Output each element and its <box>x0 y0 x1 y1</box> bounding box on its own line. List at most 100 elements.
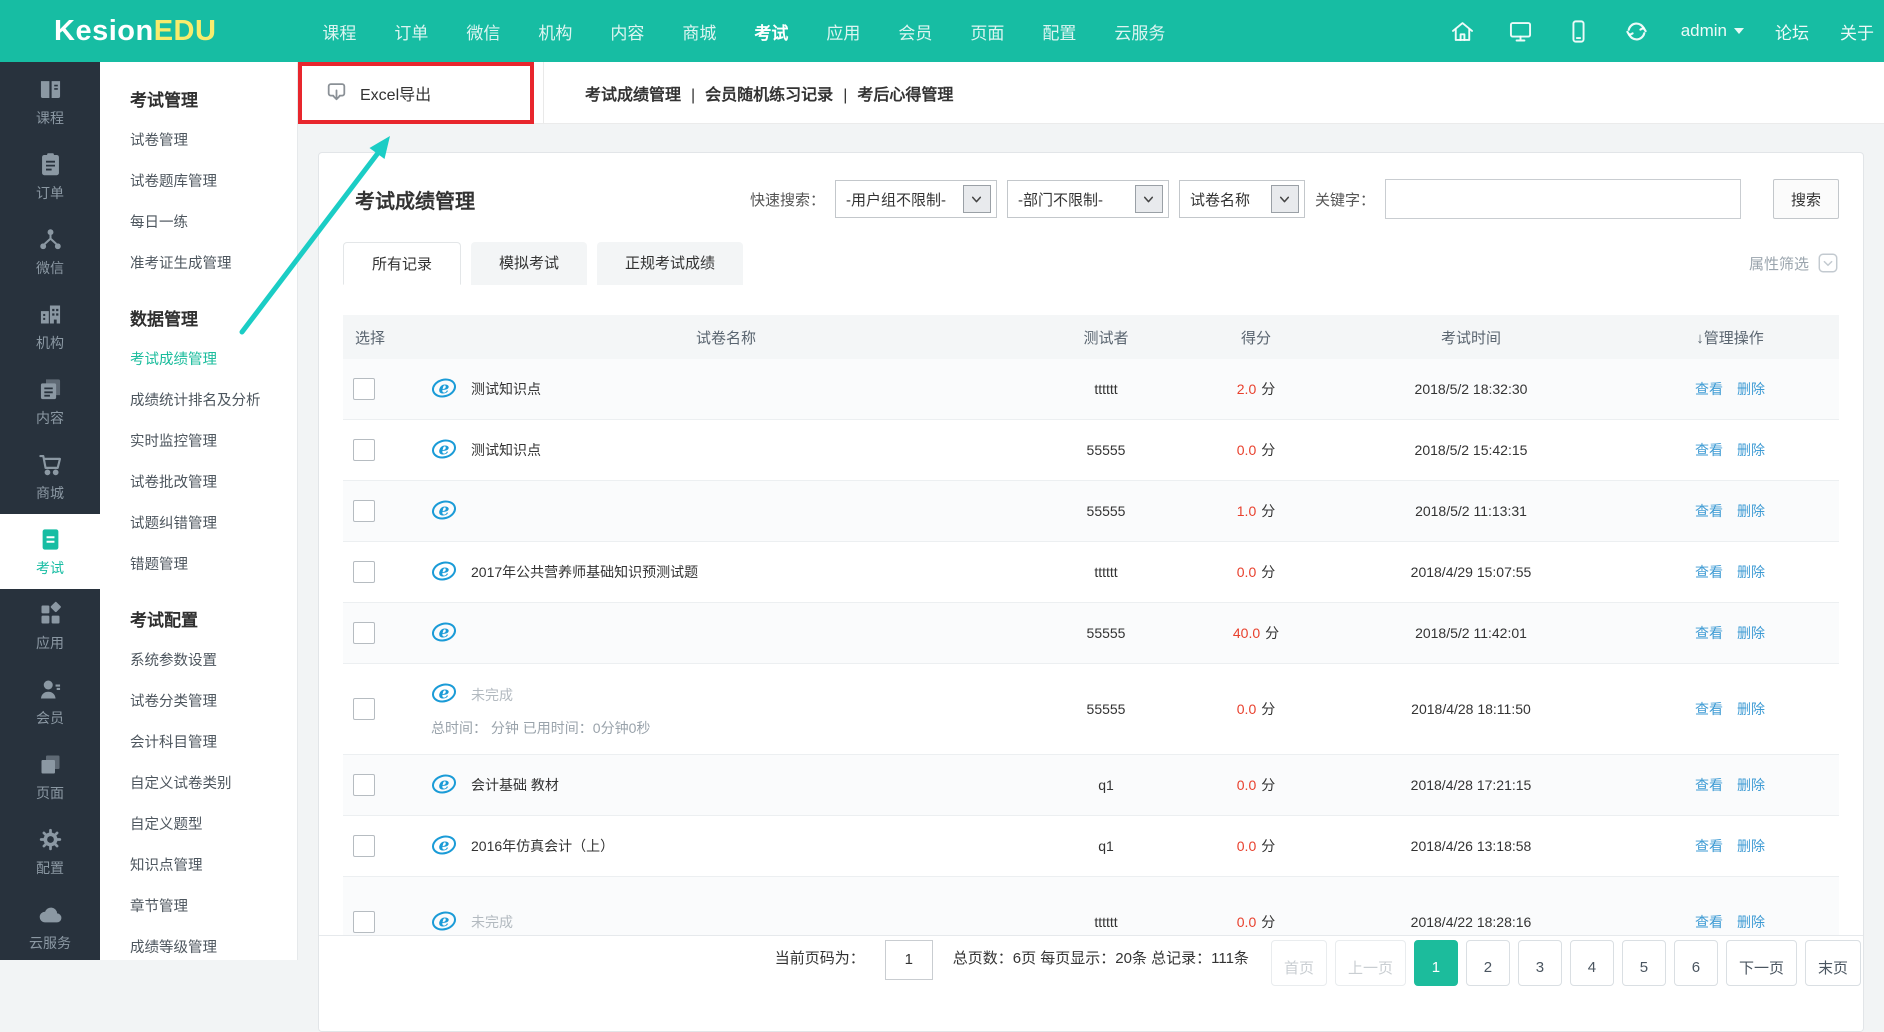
module-item-10[interactable]: 页面 <box>0 739 100 814</box>
delete-link[interactable]: 删除 <box>1737 381 1765 397</box>
module-item-4[interactable]: 机构 <box>0 289 100 364</box>
refresh-icon[interactable] <box>1623 18 1650 45</box>
filter-select-3[interactable]: 试卷名称 <box>1178 180 1305 218</box>
view-link[interactable]: 查看 <box>1695 701 1723 717</box>
home-icon[interactable] <box>1449 18 1476 45</box>
menu-item-2-6[interactable]: 错题管理 <box>130 543 297 584</box>
menu-item-2-5[interactable]: 试题纠错管理 <box>130 502 297 543</box>
module-item-9[interactable]: 会员 <box>0 664 100 739</box>
menu-item-3-2[interactable]: 试卷分类管理 <box>130 680 297 721</box>
module-item-7[interactable]: 考试 <box>0 514 100 589</box>
menu-item-1-4[interactable]: 准考证生成管理 <box>130 242 297 283</box>
module-item-2[interactable]: 订单 <box>0 139 100 214</box>
row-checkbox[interactable] <box>353 911 375 933</box>
module-item-5[interactable]: 内容 <box>0 364 100 439</box>
menu-item-3-6[interactable]: 知识点管理 <box>130 844 297 885</box>
topnav-item-1[interactable]: 课程 <box>322 19 356 44</box>
row-checkbox[interactable] <box>353 698 375 720</box>
menu-item-2-1[interactable]: 考试成绩管理 <box>130 338 297 379</box>
view-link[interactable]: 查看 <box>1695 838 1723 854</box>
topnav-item-8[interactable]: 应用 <box>826 19 860 44</box>
tab-2[interactable]: 模拟考试 <box>471 242 588 285</box>
row-checkbox[interactable] <box>353 439 375 461</box>
tab-1[interactable]: 所有记录 <box>343 242 462 285</box>
breadcrumb-item-3[interactable]: 考后心得管理 <box>857 87 953 104</box>
excel-export-button[interactable]: Excel导出 <box>324 80 431 105</box>
topnav-item-7[interactable]: 考试 <box>754 19 788 44</box>
menu-item-2-3[interactable]: 实时监控管理 <box>130 420 297 461</box>
mobile-icon[interactable] <box>1565 18 1592 45</box>
topnav-item-2[interactable]: 订单 <box>394 19 428 44</box>
topnav-item-4[interactable]: 机构 <box>538 19 572 44</box>
delete-link[interactable]: 删除 <box>1737 777 1765 793</box>
menu-item-3-3[interactable]: 会计科目管理 <box>130 721 297 762</box>
page-button-下一页[interactable]: 下一页 <box>1725 940 1797 986</box>
view-link[interactable]: 查看 <box>1695 564 1723 580</box>
view-link[interactable]: 查看 <box>1695 777 1723 793</box>
row-checkbox[interactable] <box>353 774 375 796</box>
row-checkbox[interactable] <box>353 561 375 583</box>
module-item-3[interactable]: 微信 <box>0 214 100 289</box>
delete-link[interactable]: 删除 <box>1737 564 1765 580</box>
filter-select-2[interactable]: -部门不限制- <box>1006 180 1169 218</box>
monitor-icon[interactable] <box>1507 18 1534 45</box>
delete-link[interactable]: 删除 <box>1737 625 1765 641</box>
menu-item-1-3[interactable]: 每日一练 <box>130 201 297 242</box>
search-button[interactable]: 搜索 <box>1773 179 1839 219</box>
menu-item-3-4[interactable]: 自定义试卷类别 <box>130 762 297 803</box>
attribute-filter-toggle[interactable]: 属性筛选 <box>1749 252 1839 274</box>
menu-item-3-5[interactable]: 自定义题型 <box>130 803 297 844</box>
view-link[interactable]: 查看 <box>1695 442 1723 458</box>
view-link[interactable]: 查看 <box>1695 914 1723 930</box>
menu-item-2-4[interactable]: 试卷批改管理 <box>130 461 297 502</box>
row-checkbox[interactable] <box>353 378 375 400</box>
forum-link[interactable]: 论坛 <box>1775 19 1809 44</box>
menu-item-3-8[interactable]: 成绩等级管理 <box>130 926 297 960</box>
topnav-item-3[interactable]: 微信 <box>466 19 500 44</box>
delete-link[interactable]: 删除 <box>1737 442 1765 458</box>
user-menu[interactable]: admin <box>1681 21 1744 41</box>
delete-link[interactable]: 删除 <box>1737 914 1765 930</box>
page-button-3[interactable]: 3 <box>1517 940 1562 986</box>
view-link[interactable]: 查看 <box>1695 381 1723 397</box>
module-item-11[interactable]: 配置 <box>0 814 100 889</box>
page-button-2[interactable]: 2 <box>1465 940 1510 986</box>
menu-item-1-2[interactable]: 试卷题库管理 <box>130 160 297 201</box>
module-item-8[interactable]: 应用 <box>0 589 100 664</box>
page-button-末页[interactable]: 末页 <box>1804 940 1861 986</box>
delete-link[interactable]: 删除 <box>1737 503 1765 519</box>
about-link[interactable]: 关于 <box>1840 19 1874 44</box>
topnav-item-11[interactable]: 配置 <box>1042 19 1076 44</box>
page-button-首页[interactable]: 首页 <box>1270 940 1327 986</box>
topnav-item-12[interactable]: 云服务 <box>1114 19 1165 44</box>
topnav-item-6[interactable]: 商城 <box>682 19 716 44</box>
delete-link[interactable]: 删除 <box>1737 701 1765 717</box>
tab-3[interactable]: 正规考试成绩 <box>597 242 744 285</box>
page-button-5[interactable]: 5 <box>1621 940 1666 986</box>
page-button-上一页[interactable]: 上一页 <box>1334 940 1406 986</box>
row-checkbox[interactable] <box>353 835 375 857</box>
breadcrumb-item-1[interactable]: 考试成绩管理 <box>585 87 681 104</box>
module-item-1[interactable]: 课程 <box>0 64 100 139</box>
module-item-12[interactable]: 云服务 <box>0 889 100 960</box>
view-link[interactable]: 查看 <box>1695 625 1723 641</box>
page-button-6[interactable]: 6 <box>1673 940 1718 986</box>
menu-item-2-2[interactable]: 成绩统计排名及分析 <box>130 379 297 420</box>
row-checkbox[interactable] <box>353 500 375 522</box>
topnav-item-5[interactable]: 内容 <box>610 19 644 44</box>
breadcrumb-item-2[interactable]: 会员随机练习记录 <box>705 87 833 104</box>
current-page-box[interactable]: 1 <box>884 940 933 980</box>
delete-link[interactable]: 删除 <box>1737 838 1765 854</box>
view-link[interactable]: 查看 <box>1695 503 1723 519</box>
row-checkbox[interactable] <box>353 622 375 644</box>
menu-item-3-1[interactable]: 系统参数设置 <box>130 639 297 680</box>
menu-item-3-7[interactable]: 章节管理 <box>130 885 297 926</box>
menu-item-1-1[interactable]: 试卷管理 <box>130 119 297 160</box>
module-item-6[interactable]: 商城 <box>0 439 100 514</box>
topnav-item-9[interactable]: 会员 <box>898 19 932 44</box>
page-button-1[interactable]: 1 <box>1413 940 1458 986</box>
topnav-item-10[interactable]: 页面 <box>970 19 1004 44</box>
filter-select-1[interactable]: -用户组不限制- <box>834 180 997 218</box>
keyword-input[interactable] <box>1385 179 1741 219</box>
page-button-4[interactable]: 4 <box>1569 940 1614 986</box>
